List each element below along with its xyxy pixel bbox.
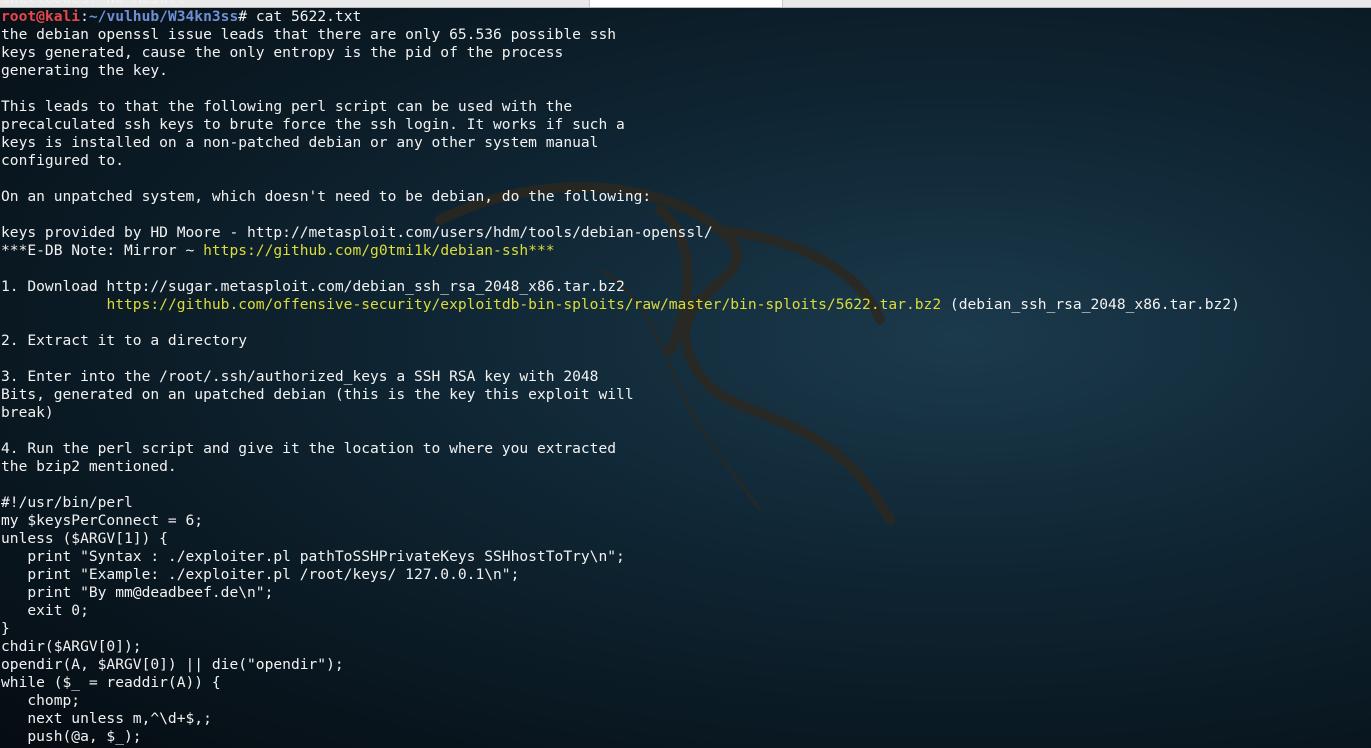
code-line: while ($_ = readdir(A)) { [1,674,221,691]
prompt-path: ~/vulhub/W34kn3ss [88,8,239,25]
terminal-line: 4. Run the perl script and give it the l… [1,440,617,457]
code-line: print "By mm@deadbeef.de\n"; [1,584,274,601]
step1-suffix: (debian_ssh_rsa_2048_x86.tar.bz2) [941,296,1240,313]
terminal-line: precalculated ssh keys to brute force th… [1,116,625,133]
prompt-symbol: # [238,8,256,25]
terminal-line: 1. Download http://sugar.metasploit.com/… [1,278,625,295]
terminal-line: keys provided by HD Moore - http://metas… [1,224,713,241]
terminal-line: keys is installed on a non-patched debia… [1,134,599,151]
code-line: } [1,620,10,637]
terminal-line: 2. Extract it to a directory [1,332,248,349]
code-line: chdir($ARGV[0]); [1,638,142,655]
edb-note-prefix: ***E-DB Note: Mirror ~ [1,242,204,259]
terminal-line: the bzip2 mentioned. [1,458,177,475]
terminal-line: break) [1,404,54,421]
step1-mirror-line: https://github.com/offensive-security/ex… [1,296,1369,314]
prompt-separator: : [80,8,89,25]
code-line: exit 0; [1,602,89,619]
code-line: print "Example: ./exploiter.pl /root/key… [1,566,520,583]
prompt-command: cat 5622.txt [255,8,362,25]
shell-prompt-line: root@kali:~/vulhub/W34kn3ss# cat 5622.tx… [1,8,1369,26]
terminal-line: Shellcodes: No Result [1,0,1369,8]
edb-note-line: ***E-DB Note: Mirror ~ https://github.co… [1,242,1369,260]
mirror-link[interactable]: https://github.com/g0tmi1k/debian-ssh*** [203,242,554,259]
terminal-line: the debian openssl issue leads that ther… [1,26,617,43]
terminal-line: generating the key. [1,62,168,79]
code-line: opendir(A, $ARGV[0]) || die("opendir"); [1,656,344,673]
terminal-line: 3. Enter into the /root/.ssh/authorized_… [1,368,599,385]
terminal-line: Bits, generated on an upatched debian (t… [1,386,634,403]
code-line: #!/usr/bin/perl [1,494,133,511]
terminal-line: keys generated, cause the only entropy i… [1,44,564,61]
code-line: chomp; [1,692,81,709]
prompt-user-host: root@kali [1,8,81,25]
terminal-output[interactable]: Shellcodes: No Result root@kali:~/vulhub… [1,0,1369,746]
terminal-line: On an unpatched system, which doesn't ne… [1,188,652,205]
code-line: my $keysPerConnect = 6; [1,512,204,529]
terminal-line: configured to. [1,152,125,169]
code-line: unless ($ARGV[1]) { [1,530,168,547]
exploitdb-link[interactable]: https://github.com/offensive-security/ex… [106,296,941,313]
code-line: next unless m,^\d+$,; [1,710,212,727]
code-line: push(@a, $_); [1,728,142,745]
code-line: print "Syntax : ./exploiter.pl pathToSSH… [1,548,625,565]
terminal-line: This leads to that the following perl sc… [1,98,573,115]
